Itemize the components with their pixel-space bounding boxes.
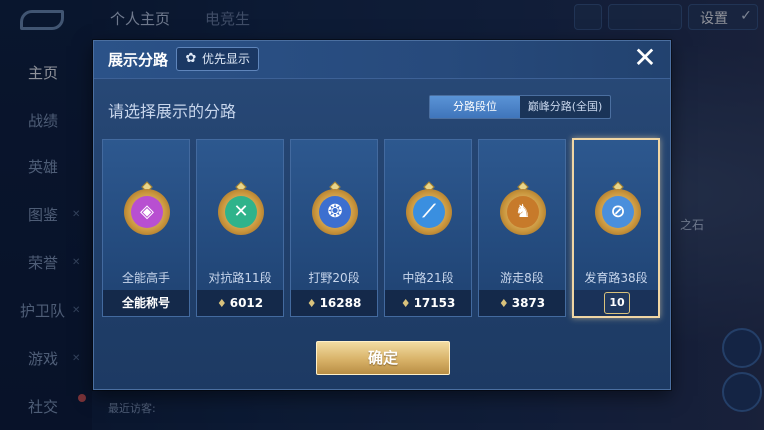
trophy-icon: ♦ (498, 297, 509, 310)
farm-lane-icon: ⊘ (602, 196, 634, 228)
mid-lane-icon: ⟋ (413, 196, 445, 228)
route-value: 3873 (511, 296, 546, 310)
tab-route-rank[interactable]: 分路段位 (430, 96, 520, 118)
all-round-icon: ◈ (131, 196, 163, 228)
route-card-farm-lane[interactable]: ⊘ 发育路38段 10 (572, 138, 660, 318)
route-mode-toggle: 分路段位 巅峰分路(全国) (429, 95, 611, 119)
trophy-icon: ♦ (400, 297, 411, 310)
clash-lane-icon: ✕ (225, 196, 257, 228)
rank-badge-icon: ◈ (124, 181, 170, 239)
route-value: 17153 (413, 296, 456, 310)
route-name: 对抗路11段 (208, 271, 272, 285)
close-icon[interactable]: ✕ (628, 41, 662, 75)
route-card-mid-lane[interactable]: ⟋ 中路21段 ♦ 17153 (384, 139, 472, 317)
route-value-row: ♦ 6012 (197, 290, 283, 316)
trophy-icon: ♦ (216, 297, 227, 310)
rank-tag-badge: 10 (604, 292, 630, 314)
rank-badge-icon: ⊘ (595, 181, 641, 239)
rank-badge-icon: ⟋ (406, 181, 452, 239)
rank-badge-icon: ✕ (218, 181, 264, 239)
route-card-all-round[interactable]: ◈ 全能高手 全能称号 (102, 139, 190, 317)
rank-badge-icon: ♞ (500, 181, 546, 239)
route-value: 全能称号 (103, 290, 189, 316)
gear-icon: ✿ (185, 51, 197, 66)
trophy-icon: ♦ (306, 297, 317, 310)
dialog-subtitle: 请选择展示的分路 (108, 102, 237, 121)
route-value-row: ♦ 17153 (385, 290, 471, 316)
dialog-title: 展示分路 (108, 51, 169, 69)
dialog-header: 展示分路 ✿ 优先显示 ✕ (94, 41, 670, 79)
route-display-dialog: 展示分路 ✿ 优先显示 ✕ 请选择展示的分路 分路段位 巅峰分路(全国) ◈ 全… (93, 40, 671, 390)
priority-display-button[interactable]: ✿ 优先显示 (176, 47, 260, 71)
tab-peak-route[interactable]: 巅峰分路(全国) (520, 96, 610, 118)
roam-icon: ♞ (507, 196, 539, 228)
rank-badge-icon: ❂ (312, 181, 358, 239)
priority-display-label: 优先显示 (202, 52, 251, 66)
route-card-roam[interactable]: ♞ 游走8段 ♦ 3873 (478, 139, 566, 317)
route-name: 全能高手 (121, 271, 170, 285)
route-name: 中路21段 (402, 271, 454, 285)
route-value-row: ♦ 3873 (479, 290, 565, 316)
route-name: 打野20段 (308, 271, 360, 285)
route-name: 发育路38段 (584, 271, 648, 285)
route-name: 游走8段 (500, 271, 544, 285)
confirm-button[interactable]: 确定 (316, 341, 450, 375)
route-card-jungle[interactable]: ❂ 打野20段 ♦ 16288 (290, 139, 378, 317)
jungle-icon: ❂ (319, 196, 351, 228)
route-value: 6012 (229, 296, 264, 310)
route-value-row: ♦ 16288 (291, 290, 377, 316)
route-value: 16288 (319, 296, 362, 310)
route-card-clash-lane[interactable]: ✕ 对抗路11段 ♦ 6012 (196, 139, 284, 317)
